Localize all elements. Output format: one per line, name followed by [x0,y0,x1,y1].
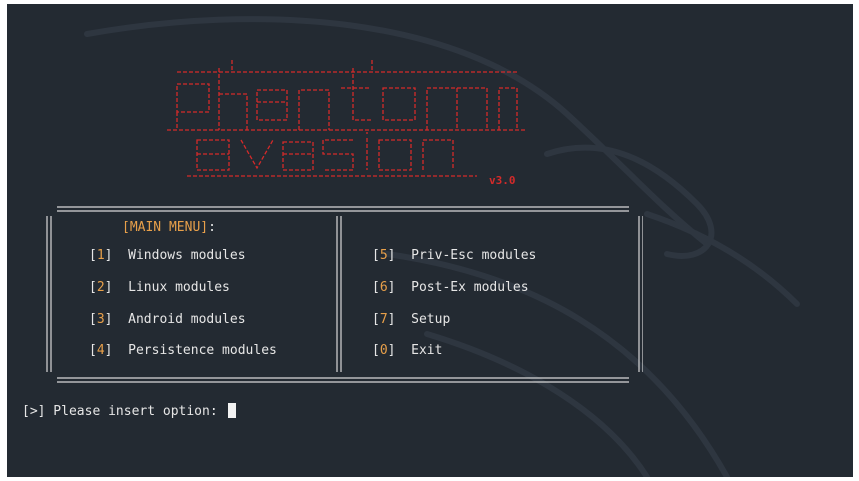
option-label: Setup [411,312,451,327]
bracket-open: [ [372,343,380,358]
option-label: Windows modules [128,248,246,263]
option-number: 2 [96,280,105,295]
menu-option-5[interactable]: [5] Priv-Esc modules [372,248,536,263]
option-number: 5 [379,248,388,263]
menu-title-colon: : [208,220,216,235]
option-number: 7 [379,312,388,327]
bracket-close: ] [387,248,396,263]
menu-option-3[interactable]: [3] Android modules [89,312,246,327]
bracket-close: ] [104,312,113,327]
option-number: 3 [96,312,105,327]
bracket-open: [ [89,312,97,327]
phantom-evasion-logo [167,60,527,177]
bracket-close: ] [104,343,113,358]
option-label: Linux modules [128,280,230,295]
version-label: v3.0 [489,174,516,187]
terminal-window: v3.0 [MAIN MENU]: [1] Windows modules [2… [7,4,853,477]
option-number: 0 [379,343,388,358]
menu-option-0[interactable]: [0] Exit [372,343,442,358]
option-number: 6 [379,280,388,295]
input-prompt[interactable]: [>] Please insert option: [22,403,236,419]
option-label: Priv-Esc modules [411,248,537,263]
menu-option-4[interactable]: [4] Persistence modules [89,343,277,358]
bracket-close: ] [104,280,113,295]
option-number: 4 [96,343,105,358]
option-label: Exit [411,343,443,358]
menu-option-6[interactable]: [6] Post-Ex modules [372,280,529,295]
bracket-close: ] [104,248,113,263]
menu-option-7[interactable]: [7] Setup [372,312,450,327]
bracket-open: [ [372,280,380,295]
text-cursor[interactable] [227,403,236,418]
menu-option-2[interactable]: [2] Linux modules [89,280,230,295]
bracket-open: [ [372,248,380,263]
bracket-close: ] [387,312,396,327]
option-label: Android modules [128,312,246,327]
bracket-close: ] [387,280,396,295]
bracket-close: ] [387,343,396,358]
bracket-open: [ [372,312,380,327]
menu-option-1[interactable]: [1] Windows modules [89,248,246,263]
menu-title-text: [MAIN MENU] [122,220,209,235]
bracket-open: [ [89,280,97,295]
bracket-open: [ [89,343,97,358]
bracket-open: [ [89,248,97,263]
menu-title: [MAIN MENU]: [122,220,216,235]
option-label: Post-Ex modules [411,280,529,295]
option-number: 1 [96,248,105,263]
prompt-text: [>] Please insert option: [22,404,226,419]
option-label: Persistence modules [128,343,277,358]
